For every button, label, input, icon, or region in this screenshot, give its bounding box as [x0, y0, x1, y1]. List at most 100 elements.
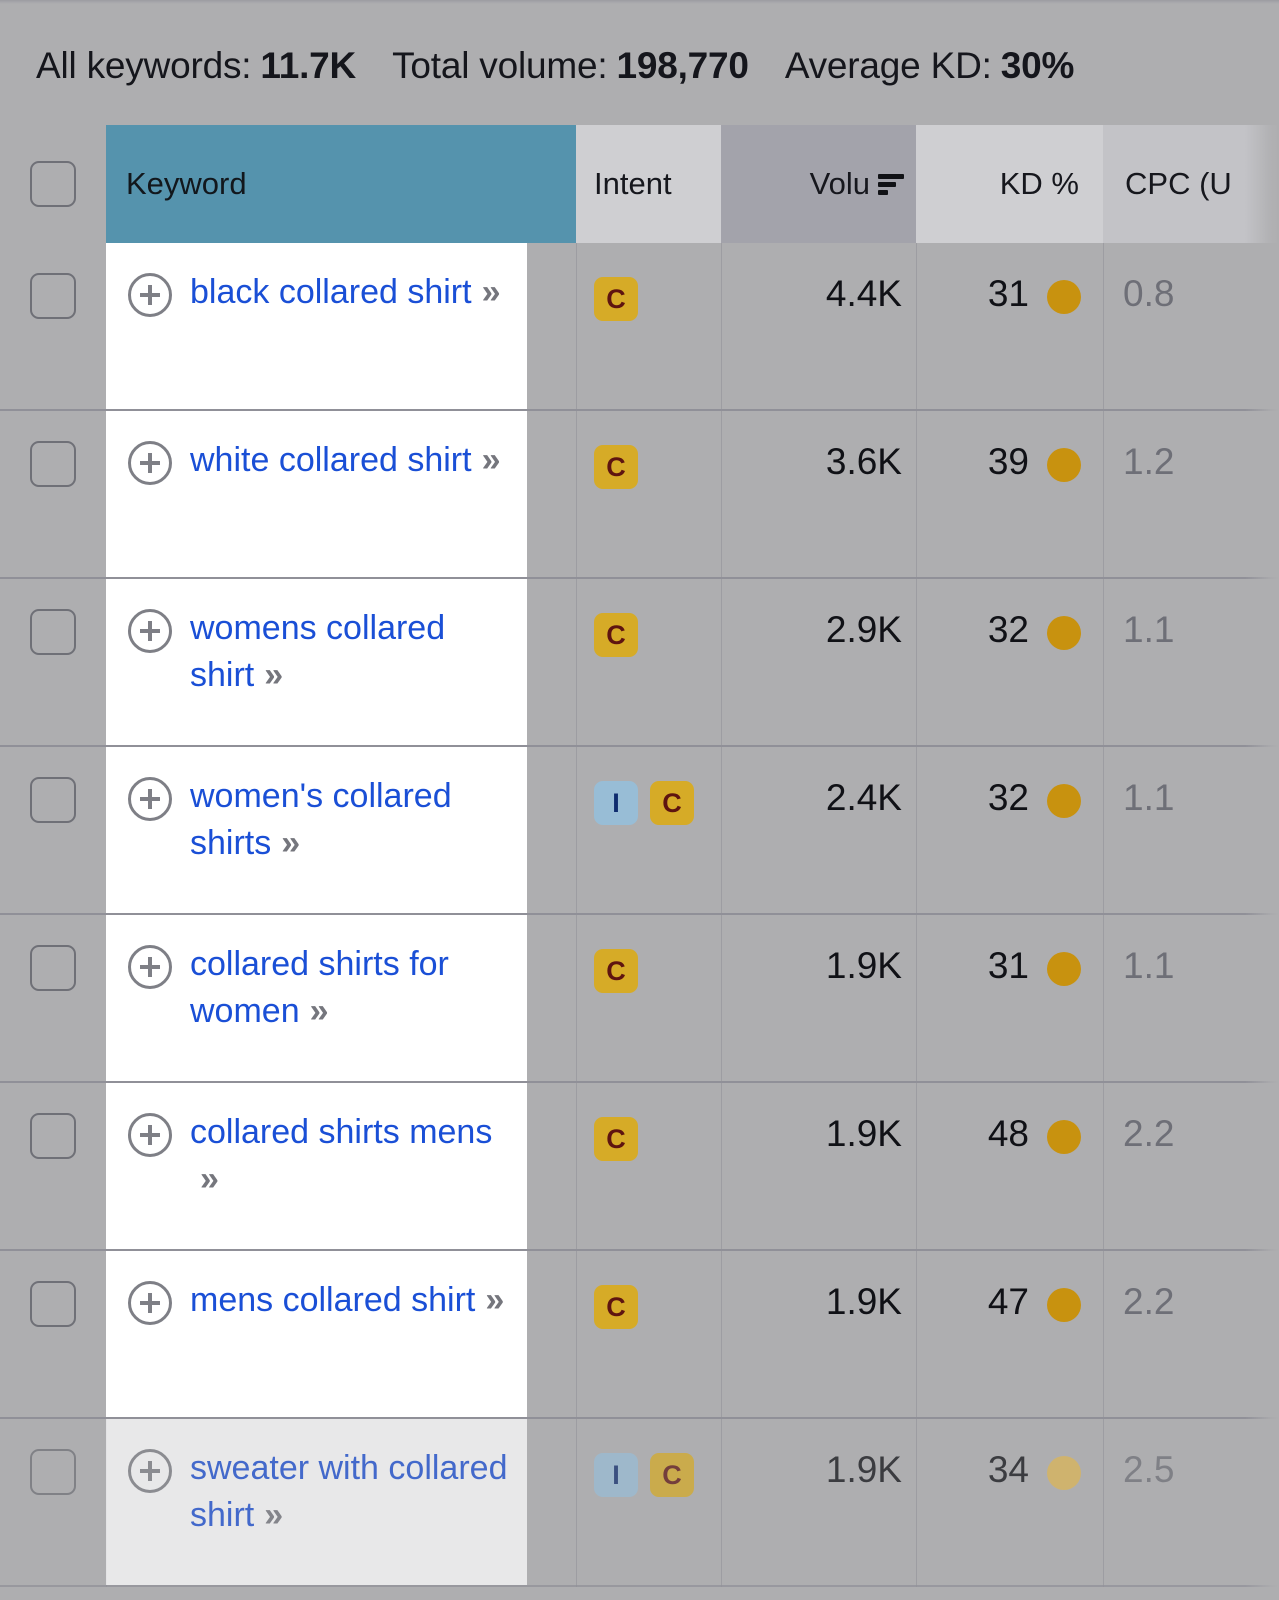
- intent-badge-commercial[interactable]: C: [650, 1453, 694, 1497]
- intent-cell[interactable]: C: [576, 579, 721, 745]
- select-all-header-cell[interactable]: [0, 125, 106, 243]
- keyword-link-wrapper[interactable]: womens collared shirt»: [128, 605, 513, 699]
- row-checkbox[interactable]: [30, 273, 76, 319]
- kd-difficulty-dot: [1047, 448, 1081, 482]
- keyword-cell[interactable]: collared shirts mens »: [106, 1083, 527, 1249]
- column-spacer: [527, 1251, 576, 1417]
- column-header-volume[interactable]: Volu: [721, 125, 916, 243]
- keyword-link[interactable]: collared shirts mens: [190, 1113, 492, 1151]
- keyword-cell[interactable]: black collared shirt »: [106, 243, 527, 409]
- column-spacer: [527, 411, 576, 577]
- table-row[interactable]: white collared shirt » C 3.6K 39 1.2: [0, 411, 1279, 579]
- intent-badge-commercial[interactable]: C: [594, 1117, 638, 1161]
- intent-badge-informational[interactable]: I: [594, 1453, 638, 1497]
- chevron-double-right-icon[interactable]: »: [264, 1492, 283, 1539]
- keyword-cell[interactable]: mens collared shirt »: [106, 1251, 527, 1417]
- table-row[interactable]: black collared shirt » C 4.4K 31 0.8: [0, 243, 1279, 411]
- intent-cell[interactable]: C: [576, 243, 721, 409]
- chevron-double-right-icon[interactable]: »: [482, 437, 501, 484]
- intent-cell[interactable]: C: [576, 411, 721, 577]
- table-row[interactable]: women's collared shirts» I C 2.4K 32 1.1: [0, 747, 1279, 915]
- column-header-volume-label: Volu: [809, 166, 870, 201]
- row-select-cell[interactable]: [0, 411, 106, 577]
- keyword-link-wrapper[interactable]: mens collared shirt »: [128, 1277, 513, 1325]
- column-spacer: [527, 579, 576, 745]
- chevron-double-right-icon[interactable]: »: [200, 1156, 219, 1203]
- row-checkbox[interactable]: [30, 777, 76, 823]
- cpc-cell: 1.1: [1123, 945, 1175, 986]
- row-checkbox[interactable]: [30, 945, 76, 991]
- keyword-link-wrapper[interactable]: women's collared shirts»: [128, 773, 513, 867]
- intent-badge-commercial[interactable]: C: [594, 277, 638, 321]
- plus-circle-icon[interactable]: [128, 945, 172, 989]
- chevron-double-right-icon[interactable]: »: [264, 652, 283, 699]
- keyword-cell[interactable]: white collared shirt »: [106, 411, 527, 577]
- keyword-link-wrapper[interactable]: sweater with collared shirt»: [128, 1445, 513, 1539]
- intent-badge-commercial[interactable]: C: [594, 445, 638, 489]
- kd-value: 34: [987, 1449, 1029, 1490]
- keyword-cell[interactable]: collared shirts for women»: [106, 915, 527, 1081]
- row-checkbox[interactable]: [30, 1113, 76, 1159]
- table-row[interactable]: collared shirts for women» C 1.9K 31 1.1: [0, 915, 1279, 1083]
- chevron-double-right-icon[interactable]: »: [482, 269, 501, 316]
- table-row[interactable]: mens collared shirt » C 1.9K 47 2.2: [0, 1251, 1279, 1419]
- column-header-kd-label: KD %: [999, 166, 1079, 201]
- intent-cell[interactable]: C: [576, 915, 721, 1081]
- keyword-link[interactable]: sweater with collared shirt: [190, 1449, 507, 1534]
- intent-badge-commercial[interactable]: C: [594, 1285, 638, 1329]
- plus-circle-icon[interactable]: [128, 609, 172, 653]
- kd-difficulty-dot: [1047, 1456, 1081, 1490]
- keyword-link-wrapper[interactable]: white collared shirt »: [128, 437, 513, 485]
- column-header-keyword[interactable]: Keyword: [106, 125, 576, 243]
- row-checkbox[interactable]: [30, 1449, 76, 1495]
- table-row[interactable]: womens collared shirt» C 2.9K 32 1.1: [0, 579, 1279, 747]
- keyword-cell[interactable]: sweater with collared shirt»: [106, 1419, 527, 1585]
- row-select-cell[interactable]: [0, 747, 106, 913]
- keyword-cell[interactable]: womens collared shirt»: [106, 579, 527, 745]
- plus-circle-icon[interactable]: [128, 273, 172, 317]
- keyword-link[interactable]: black collared shirt: [190, 273, 472, 311]
- keyword-link[interactable]: womens collared shirt: [190, 609, 445, 694]
- chevron-double-right-icon[interactable]: »: [281, 820, 300, 867]
- intent-cell[interactable]: IC: [576, 1419, 721, 1585]
- row-checkbox[interactable]: [30, 1281, 76, 1327]
- column-header-kd[interactable]: KD %: [916, 125, 1103, 243]
- plus-circle-icon[interactable]: [128, 1113, 172, 1157]
- top-divider: [0, 0, 1279, 4]
- keyword-link[interactable]: women's collared shirts: [190, 777, 452, 862]
- keyword-cell[interactable]: women's collared shirts»: [106, 747, 527, 913]
- intent-badge-commercial[interactable]: C: [594, 949, 638, 993]
- plus-circle-icon[interactable]: [128, 1449, 172, 1493]
- row-select-cell[interactable]: [0, 1251, 106, 1417]
- row-select-cell[interactable]: [0, 243, 106, 409]
- intent-badge-informational[interactable]: I: [594, 781, 638, 825]
- intent-badge-commercial[interactable]: C: [594, 613, 638, 657]
- column-header-intent[interactable]: Intent: [576, 125, 721, 243]
- row-select-cell[interactable]: [0, 579, 106, 745]
- plus-circle-icon[interactable]: [128, 777, 172, 821]
- sort-descending-icon[interactable]: [878, 173, 904, 195]
- intent-cell[interactable]: C: [576, 1251, 721, 1417]
- select-all-checkbox[interactable]: [30, 161, 76, 207]
- keyword-link-wrapper[interactable]: collared shirts for women»: [128, 941, 513, 1035]
- table-row[interactable]: collared shirts mens » C 1.9K 48 2.2: [0, 1083, 1279, 1251]
- row-select-cell[interactable]: [0, 1419, 106, 1585]
- keyword-link[interactable]: white collared shirt: [190, 441, 472, 479]
- intent-cell[interactable]: C: [576, 1083, 721, 1249]
- keyword-link-wrapper[interactable]: black collared shirt »: [128, 269, 513, 317]
- keyword-link-wrapper[interactable]: collared shirts mens »: [128, 1109, 513, 1203]
- row-checkbox[interactable]: [30, 609, 76, 655]
- column-header-cpc[interactable]: CPC (U: [1103, 125, 1279, 243]
- plus-circle-icon[interactable]: [128, 441, 172, 485]
- row-select-cell[interactable]: [0, 915, 106, 1081]
- plus-circle-icon[interactable]: [128, 1281, 172, 1325]
- intent-cell[interactable]: IC: [576, 747, 721, 913]
- table-row[interactable]: sweater with collared shirt» I C 1.9K 34 2.5: [0, 1419, 1279, 1587]
- row-select-cell[interactable]: [0, 1083, 106, 1249]
- chevron-double-right-icon[interactable]: »: [310, 988, 329, 1035]
- row-checkbox[interactable]: [30, 441, 76, 487]
- chevron-double-right-icon[interactable]: »: [485, 1277, 504, 1324]
- kd-cell: 31: [916, 915, 1103, 1081]
- intent-badge-commercial[interactable]: C: [650, 781, 694, 825]
- keyword-link[interactable]: mens collared shirt: [190, 1281, 475, 1319]
